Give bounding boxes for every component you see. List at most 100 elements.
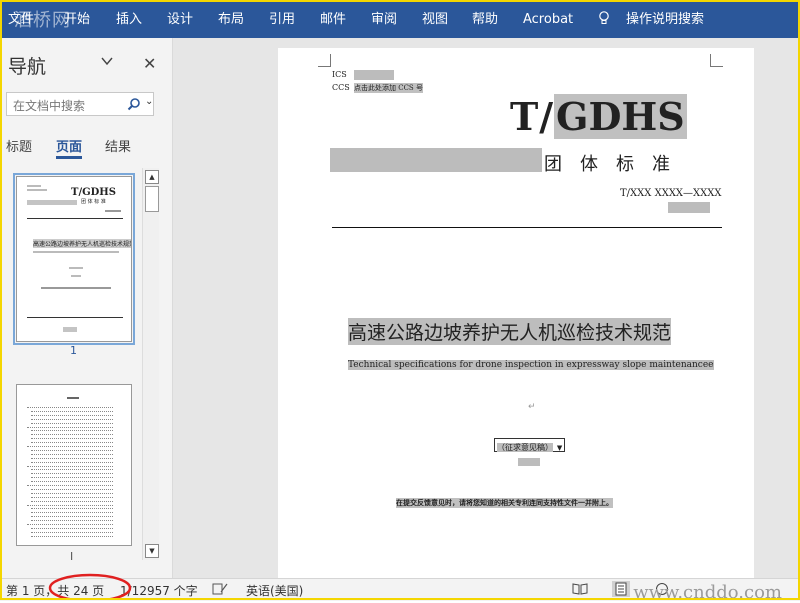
std-date-field[interactable] bbox=[668, 202, 710, 213]
std-number[interactable]: T/XXX XXXX—XXXX bbox=[620, 188, 722, 199]
thumb2-toc-line bbox=[27, 504, 113, 507]
thumb2-toc-line bbox=[31, 488, 113, 491]
tab-file[interactable]: 文件 bbox=[8, 0, 34, 38]
page-thumbnail-1[interactable]: T/GDHS 团 体 标 准 高速公路边坡养护无人机巡检技术规范 bbox=[13, 173, 135, 345]
thumb2-toc-line bbox=[31, 469, 113, 471]
search-placeholder: 在文档中搜索 bbox=[13, 99, 86, 113]
margin-mark-tl bbox=[318, 54, 331, 67]
language[interactable]: 英语(美国) bbox=[246, 582, 303, 599]
tab-references[interactable]: 引用 bbox=[269, 0, 295, 38]
thumb2-toc-line bbox=[27, 446, 113, 448]
page-thumbnail-1-number: 1 bbox=[70, 344, 77, 357]
document-page[interactable]: ICS CCS 点击此处添加 CCS 号 T/ GDHS 团 体 标 准 T/X… bbox=[278, 48, 754, 578]
thumb2-toc-line bbox=[31, 481, 113, 483]
thumb2-toc-line bbox=[31, 422, 113, 425]
word-count[interactable]: 1/12957 个字 bbox=[120, 582, 198, 599]
thumb2-toc-line bbox=[27, 524, 113, 526]
search-input[interactable]: 在文档中搜索 ⌄ bbox=[6, 92, 154, 116]
thumb2-toc-line bbox=[31, 516, 113, 518]
tab-headings[interactable]: 标题 bbox=[6, 136, 32, 155]
page-count[interactable]: 第 1 页，共 24 页 bbox=[6, 582, 104, 599]
thumb2-toc-line bbox=[31, 512, 113, 514]
nav-scrollbar[interactable]: ▲ ▼ bbox=[142, 168, 159, 560]
thumb2-toc-line bbox=[31, 414, 113, 417]
tab-help[interactable]: 帮助 bbox=[472, 0, 498, 38]
thumb2-toc-line bbox=[27, 485, 113, 487]
thumb-std-type: 团 体 标 准 bbox=[81, 199, 106, 205]
thumb2-toc-line bbox=[31, 496, 113, 499]
thumb-draft2 bbox=[71, 275, 81, 277]
doc-title-en[interactable]: Technical specifications for drone inspe… bbox=[348, 360, 714, 370]
page-thumbnail-2-number: I bbox=[70, 550, 74, 563]
tab-acrobat[interactable]: Acrobat bbox=[523, 0, 573, 38]
search-dropdown-icon[interactable]: ⌄ bbox=[145, 96, 153, 107]
draft-label: （征求意见稿） bbox=[497, 443, 553, 452]
thumb2-toc-line bbox=[31, 531, 113, 534]
org-code[interactable]: GDHS bbox=[554, 94, 687, 139]
scroll-down-icon[interactable]: ▼ bbox=[145, 544, 159, 558]
thumb-ics-line bbox=[27, 185, 41, 187]
tab-home[interactable]: 开始 bbox=[64, 0, 90, 38]
doc-title-cn[interactable]: 高速公路边坡养护无人机巡检技术规范 bbox=[348, 318, 672, 345]
thumb-subtitle bbox=[33, 251, 119, 253]
active-tab-underline bbox=[56, 156, 82, 159]
close-icon[interactable]: ✕ bbox=[143, 54, 156, 73]
org-name-field[interactable] bbox=[330, 148, 542, 172]
print-layout-icon[interactable] bbox=[612, 581, 630, 597]
org-prefix: T/ bbox=[510, 94, 555, 139]
tab-layout[interactable]: 布局 bbox=[218, 0, 244, 38]
tab-design[interactable]: 设计 bbox=[167, 0, 193, 38]
chevron-down-icon[interactable] bbox=[100, 54, 114, 68]
thumb2-toc-line bbox=[31, 457, 113, 460]
page-thumbnail-2[interactable] bbox=[16, 384, 132, 546]
thumb2-toc-line bbox=[31, 418, 113, 421]
thumb-std-number bbox=[105, 210, 121, 212]
thumb2-toc-line bbox=[31, 508, 113, 510]
thumb-org-code: T/GDHS bbox=[71, 187, 116, 198]
draft-dropdown-icon[interactable]: ▼ bbox=[557, 444, 562, 452]
thumb2-toc-line bbox=[31, 473, 113, 475]
std-type: 团 体 标 准 bbox=[544, 154, 670, 175]
patent-notice: 在提交反馈意见时，请将您知道的相关专利连同支持性文件一并附上。 bbox=[396, 498, 613, 508]
scrollbar-thumb[interactable] bbox=[145, 186, 159, 212]
proofing-icon[interactable] bbox=[212, 582, 228, 596]
ccs-field[interactable]: 点击此处添加 CCS 号 bbox=[354, 83, 423, 93]
tell-me-search[interactable]: 操作说明搜索 bbox=[626, 0, 704, 38]
thumb-draft bbox=[69, 267, 83, 269]
tab-mailings[interactable]: 邮件 bbox=[320, 0, 346, 38]
thumb2-toc-line bbox=[31, 535, 113, 538]
read-mode-icon[interactable] bbox=[572, 582, 588, 596]
thumb2-toc-line bbox=[31, 430, 113, 432]
tab-pages[interactable]: 页面 bbox=[56, 136, 82, 155]
header-rule bbox=[332, 227, 722, 228]
thumb-rule bbox=[27, 218, 123, 219]
ribbon-tabs: 酒桥网 文件 开始 插入 设计 布局 引用 邮件 审阅 视图 帮助 Acroba… bbox=[0, 0, 800, 38]
thumb2-toc-line bbox=[31, 453, 113, 456]
thumb2-toc-line bbox=[27, 465, 113, 468]
tab-results[interactable]: 结果 bbox=[105, 136, 131, 155]
nav-title: 导航 bbox=[8, 56, 47, 78]
thumb2-heading bbox=[67, 397, 79, 399]
ics-field[interactable] bbox=[354, 70, 394, 80]
draft-date-field[interactable] bbox=[518, 458, 540, 466]
search-icon[interactable] bbox=[127, 97, 141, 111]
thumb2-toc-line bbox=[27, 426, 113, 429]
thumb2-toc-line bbox=[27, 407, 113, 409]
tab-insert[interactable]: 插入 bbox=[116, 0, 142, 38]
status-bar: 第 1 页，共 24 页 1/12957 个字 英语(美国) www.cnddo… bbox=[0, 578, 800, 603]
ccs-label: CCS bbox=[332, 83, 350, 92]
thumb2-toc-line bbox=[31, 410, 113, 413]
tab-view[interactable]: 视图 bbox=[422, 0, 448, 38]
tab-review[interactable]: 审阅 bbox=[371, 0, 397, 38]
scroll-up-icon[interactable]: ▲ bbox=[145, 170, 159, 184]
draft-box[interactable]: （征求意见稿） ▼ bbox=[494, 438, 566, 452]
thumb-bottom-rule bbox=[27, 317, 123, 318]
thumb2-toc-line bbox=[31, 492, 113, 495]
thumb-notice bbox=[41, 287, 111, 289]
navigation-pane: 导航 ✕ 在文档中搜索 ⌄ 标题 页面 结果 T/GDHS 团 体 标 准 高速… bbox=[0, 38, 173, 578]
document-area: ICS CCS 点击此处添加 CCS 号 T/ GDHS 团 体 标 准 T/X… bbox=[173, 38, 800, 578]
thumb-footer bbox=[63, 327, 77, 332]
thumb-title: 高速公路边坡养护无人机巡检技术规范 bbox=[33, 239, 131, 248]
paragraph-mark: ↵ bbox=[528, 402, 536, 412]
thumb2-toc-line bbox=[31, 442, 113, 444]
